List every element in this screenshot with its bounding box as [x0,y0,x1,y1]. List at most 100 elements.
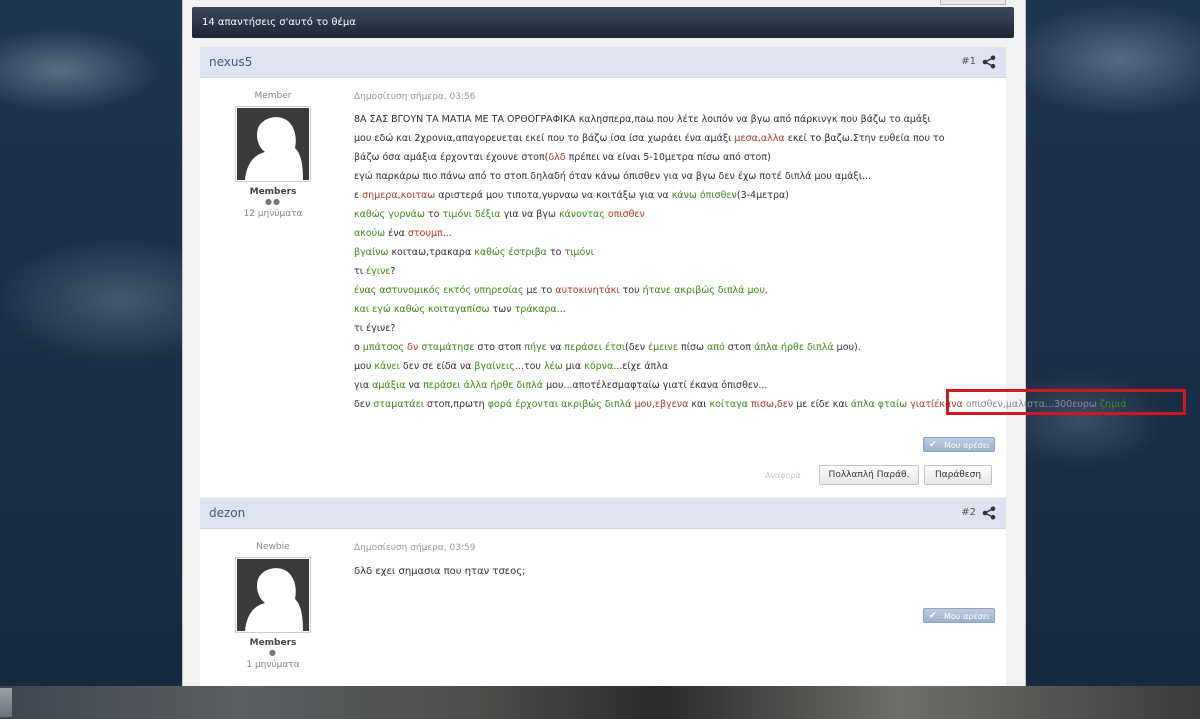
post-header: dezon #2 [200,498,1006,529]
content-segment: για να βγω [500,209,559,220]
check-icon: ✔ [929,440,937,450]
post-content: 8Α ΣΑΣ ΒΓΟΥΝ ΤΑ ΜΑΤΙΑ ΜΕ ΤΑ ΟΡΘΟΓΡΑΦΙΚΑ … [354,110,1127,414]
content-segment: ένα [388,228,408,239]
avatar[interactable] [235,106,311,182]
content-segment: αριστερά μου τιποτα,γυρναω να κοιτάξω γι… [435,190,672,201]
content-segment: σταματάει [373,399,424,410]
content-segment: κάνοντας [558,209,605,220]
content-segment: δεν σε είδα να [399,361,475,372]
post-number[interactable]: #2 [961,498,976,528]
top-button-stub[interactable] [940,0,1006,5]
content-segment: καθώς γυρνάω [354,209,425,220]
member-rank: Member [254,91,292,101]
content-segment: ... [556,304,566,315]
content-segment: μου...αποτέλεσμαφταίω γιατί έκανα όπισθε… [543,380,768,391]
content-segment: κοίταγα [709,399,749,410]
like-button-label: Μου αρέσει [944,441,990,450]
like-button[interactable]: ✔ Μου αρέσει [923,608,995,623]
content-segment: στοπ [724,342,755,353]
content-segment: πρέπει να είναι 5-10μετρα πίσω από στοπ) [565,152,771,163]
content-segment: με είδε και [793,399,851,410]
content-segment: στοπ,πρωτη [423,399,488,410]
post-header: nexus5 #1 [200,47,1006,78]
content-segment: οπισθεν [607,209,645,220]
author-sidebar: Member Members ●● 12 μηνύματα [200,87,346,219]
start-button[interactable] [0,688,12,717]
content-segment: στουμπ [407,228,443,239]
avatar[interactable] [235,557,311,633]
taskbar [0,686,1200,719]
report-link[interactable]: Αναφορά [765,471,801,480]
content-segment: ? [390,266,396,277]
post-count: 12 μηνύματα [243,209,303,219]
content-segment: να [546,342,565,353]
content-segment: σημερα,κοιταω [362,190,436,201]
content-line: ο μπάτσος δν σταμάτησε στο στοπ πήγε να … [354,338,994,357]
content-segment: των [489,304,515,315]
content-segment: μου [354,361,375,372]
content-segment: αμάξια [372,380,406,391]
post: nexus5 #1 Member Members ●● 12 μηνύματα … [200,47,1127,497]
content-segment: το [546,247,565,258]
like-button[interactable]: ✔ Μου αρέσει [923,437,995,452]
content-segment: καθώς έστριβα [474,247,547,258]
content-segment: κοιταω,τρακαρα [388,247,475,258]
content-segment: περάσει έτσι [564,342,626,353]
content-segment: δλδ εχει σημασια που ηταν τσεος; [354,566,526,577]
content-segment: ήτανε ακριβώς διπλά μου, [642,285,768,296]
post-date: Δημοσίευση σήμερα, 03:59 [354,543,476,553]
member-group: Members [249,638,297,648]
member-rank: Newbie [256,542,290,552]
content-line: και εγώ καθώς κοιταγαπίσω των τράκαρα... [354,300,994,319]
default-avatar-silhouette [237,108,309,180]
content-line: βάζω όσα αμάξια έρχονται έχουνε στοπ(δλδ… [354,148,994,167]
rank-pips: ●● [265,197,281,206]
content-segment: κόρνα [584,361,614,372]
content-line: δεν σταματάει στοπ,πρωτη φορά έρχονται α… [354,395,1127,414]
content-line: ακούω ένα στουμπ... [354,224,994,243]
member-group: Members [249,187,297,197]
content-segment: μου). [833,342,861,353]
content-segment: λέω [543,361,563,372]
multiquote-button[interactable]: Πολλαπλή Παράθ. [819,465,919,485]
content-line: για αμάξια να περάσει άλλα ήρθε διπλά μο… [354,376,994,395]
content-segment: δεν [354,399,374,410]
check-icon: ✔ [929,611,937,621]
share-icon[interactable] [982,506,996,520]
content-segment: πίσω [678,342,707,353]
rank-pips: ● [269,648,277,657]
content-segment: εκεί το βαζω.Στην ευθεία που το [784,133,945,144]
content-segment: με το [523,285,556,296]
content-line: βγαίνω κοιταω,τρακαρα καθώς έστριβα το τ… [354,243,994,262]
content-segment: τιμόνι δέξια [442,209,501,220]
content-segment: (3-4μετρα) [736,190,789,201]
content-line: ε σημερα,κοιταω αριστερά μου τιποτα,γυρν… [354,186,994,205]
post-author-name[interactable]: nexus5 [209,47,252,77]
content-segment: ε [354,190,363,201]
content-segment: πισω,δεν [751,399,794,410]
default-avatar-silhouette [237,559,309,631]
post-number[interactable]: #1 [961,47,976,77]
content-segment: σταμάτησε [421,342,475,353]
quote-button[interactable]: Παράθεση [924,465,992,485]
content-segment: μπάτσος [362,342,404,353]
content-segment: και [688,399,710,410]
content-line: μου κάνει δεν σε είδα να βγαίνεις...του … [354,357,994,376]
content-line: τι έγινε? [354,319,994,338]
content-segment: πήγε [524,342,547,353]
content-segment: ...είχε άπλα [613,361,669,372]
topic-reply-count-header: 14 απαντήσεις σ'αυτό το θέμα [192,7,1014,38]
like-button-label: Μου αρέσει [944,612,990,621]
content-line: τι έγινε? [354,262,994,281]
content-segment: αυτοκινητάκι [555,285,620,296]
share-icon[interactable] [982,55,996,69]
content-segment: περάσει άλλα ήρθε διπλά [423,380,544,391]
content-segment: έγινε [365,266,391,277]
post-count: 1 μηνύματα [246,660,300,670]
post-author-name[interactable]: dezon [209,498,245,528]
content-segment: άπλα φταίω [850,399,908,410]
content-segment: στο στοπ [474,342,525,353]
content-segment: το [424,209,443,220]
content-segment: ακούω [354,228,389,239]
content-segment: μου,εβγενα [634,399,689,410]
